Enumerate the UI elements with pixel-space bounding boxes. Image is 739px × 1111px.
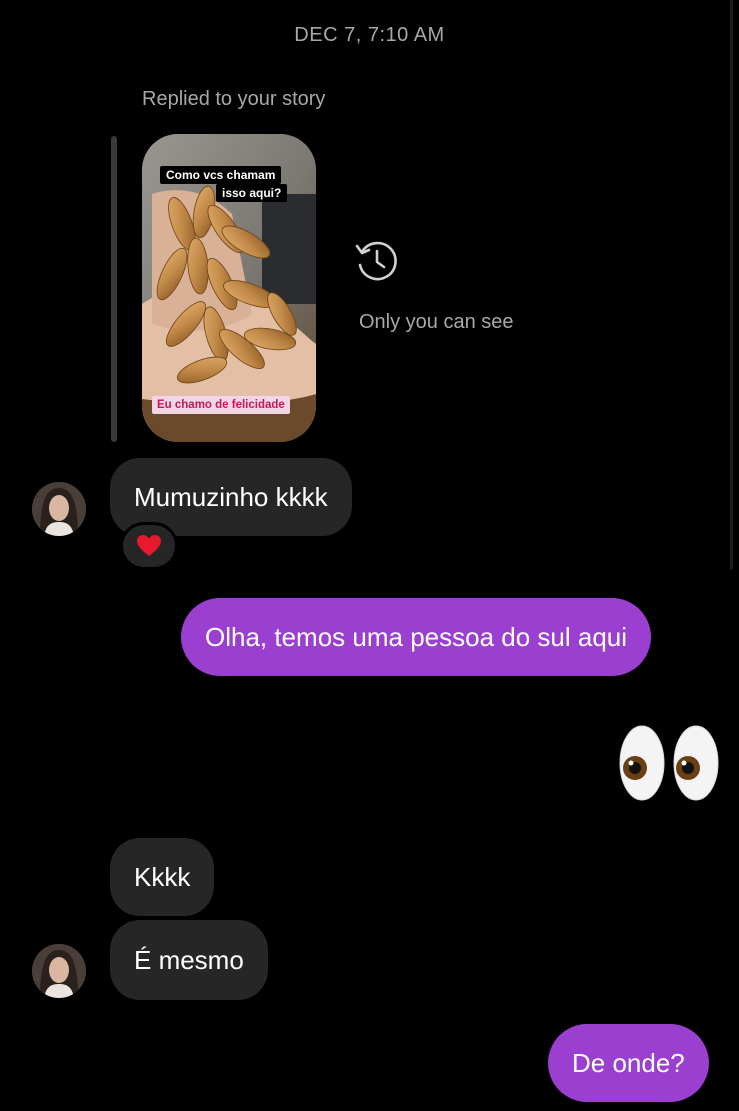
message-text: De onde?: [572, 1047, 685, 1078]
heart-icon: [137, 535, 161, 556]
message-text: Kkkk: [134, 861, 191, 892]
story-thumbnail[interactable]: Como vcs chamam isso aqui? Eu chamo de f…: [142, 134, 316, 442]
message-text: É mesmo: [134, 944, 244, 975]
story-reply-label: Replied to your story: [142, 88, 326, 110]
message-text: Olha, temos uma pessoa do sul aqui: [205, 621, 628, 652]
history-icon: [355, 241, 397, 281]
incoming-message[interactable]: É mesmo: [110, 920, 268, 1000]
story-expired-note: Only you can see: [359, 311, 514, 333]
reply-indicator-bar: [111, 136, 117, 442]
avatar[interactable]: [32, 482, 86, 536]
message-text: Mumuzinho kkkk: [134, 481, 328, 512]
outgoing-message[interactable]: De onde?: [548, 1024, 709, 1102]
story-caption-line1: Como vcs chamam: [160, 166, 282, 184]
avatar-photo: [32, 944, 86, 998]
eyes-emoji-icon[interactable]: [618, 724, 720, 802]
story-caption-bottom: Eu chamo de felicidade: [152, 396, 290, 414]
outgoing-message[interactable]: Olha, temos uma pessoa do sul aqui: [181, 598, 652, 676]
incoming-message[interactable]: Kkkk: [110, 838, 215, 916]
scrollbar[interactable]: [730, 0, 733, 570]
story-caption-line2: isso aqui?: [216, 184, 288, 202]
avatar-photo: [32, 482, 86, 536]
heart-reaction[interactable]: [120, 522, 178, 570]
message-timestamp: DEC 7, 7:10 AM: [294, 24, 445, 46]
avatar[interactable]: [32, 944, 86, 998]
